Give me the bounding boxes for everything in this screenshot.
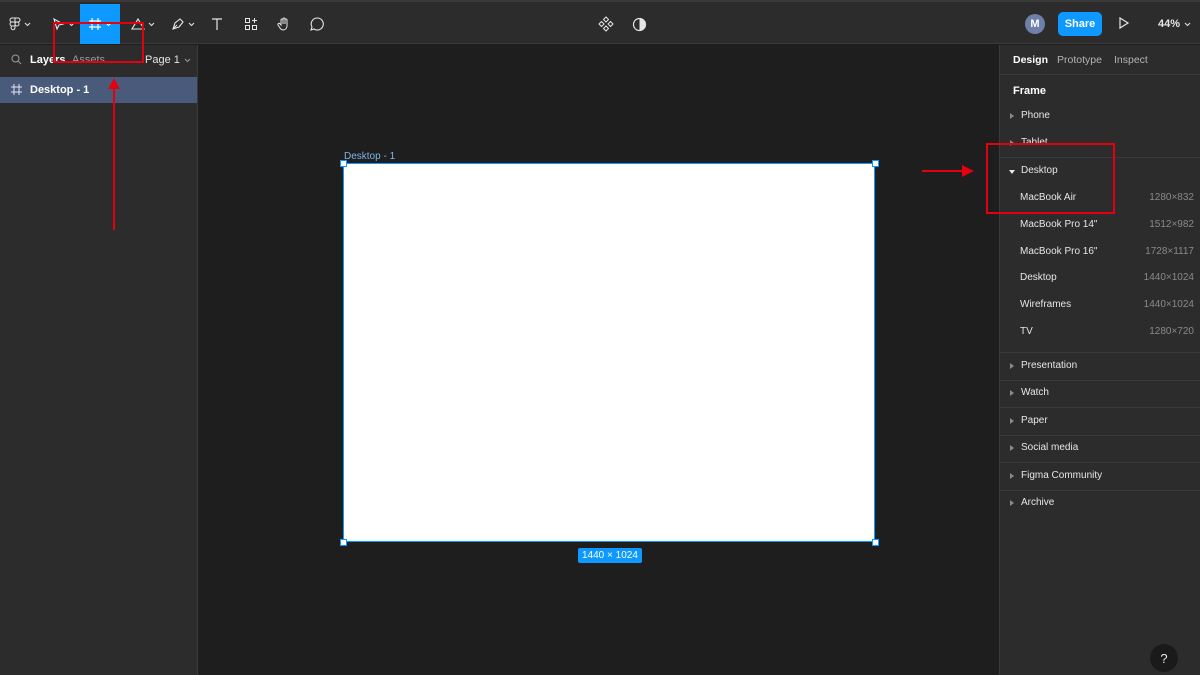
zoom-level: 44% <box>1158 18 1181 30</box>
hand-tool-button[interactable] <box>271 4 297 44</box>
category-label: Watch <box>1021 387 1049 398</box>
preset-size: 1728×1117 <box>1145 246 1194 257</box>
frame-title[interactable]: Desktop - 1 <box>344 151 395 162</box>
page-name: Page 1 <box>145 54 180 66</box>
annotation-arrow-up-icon <box>108 78 120 89</box>
canvas[interactable]: Desktop - 1 1440 × 1024 <box>198 45 999 675</box>
preset-wireframes[interactable]: Wireframes 1440×1024 <box>1000 295 1200 317</box>
tab-prototype[interactable]: Prototype <box>1057 54 1102 66</box>
comment-tool-button[interactable] <box>304 4 330 44</box>
page-selector[interactable]: Page 1 <box>145 54 191 66</box>
preset-size: 1440×1024 <box>1143 272 1194 283</box>
comment-tool-icon <box>310 17 324 31</box>
preset-size: 1280×832 <box>1149 192 1194 203</box>
preset-tv[interactable]: TV 1280×720 <box>1000 322 1200 344</box>
contrast-toggle-button[interactable] <box>627 4 651 44</box>
preset-macbook-pro-16[interactable]: MacBook Pro 16" 1728×1117 <box>1000 242 1200 264</box>
component-icon <box>598 16 614 32</box>
preset-size: 1440×1024 <box>1143 299 1194 310</box>
layer-item-desktop-1[interactable]: Desktop - 1 <box>0 77 197 103</box>
chevron-down-icon <box>24 22 31 26</box>
layer-label: Desktop - 1 <box>30 84 90 96</box>
preset-name: Desktop <box>1020 272 1057 283</box>
category-label: Social media <box>1021 442 1079 453</box>
figma-main-menu-button[interactable] <box>4 4 36 44</box>
zoom-dropdown[interactable]: 44% <box>1158 18 1191 30</box>
category-label: Archive <box>1021 497 1055 508</box>
play-icon <box>1119 16 1130 30</box>
category-label: Paper <box>1021 415 1048 426</box>
category-label: Figma Community <box>1021 470 1103 481</box>
divider <box>1000 462 1200 463</box>
resize-handle-bottom-left[interactable] <box>340 539 347 546</box>
caret-right-icon <box>1010 390 1014 396</box>
category-social-media[interactable]: Social media <box>1000 438 1200 460</box>
preset-macbook-pro-14[interactable]: MacBook Pro 14" 1512×982 <box>1000 215 1200 237</box>
category-label: Phone <box>1021 110 1050 121</box>
desktop-frame[interactable] <box>343 163 875 542</box>
resize-handle-top-left[interactable] <box>340 160 347 167</box>
tab-inspect[interactable]: Inspect <box>1114 54 1148 66</box>
present-button[interactable] <box>1118 16 1130 33</box>
annotation-arrow-shaft <box>113 88 115 230</box>
resources-button[interactable] <box>238 4 264 44</box>
frame-icon <box>11 84 22 95</box>
annotation-arrow-shaft <box>922 170 966 172</box>
resize-handle-top-right[interactable] <box>872 160 879 167</box>
category-presentation[interactable]: Presentation <box>1000 356 1200 378</box>
divider <box>1000 74 1200 75</box>
divider <box>1000 407 1200 408</box>
user-avatar[interactable]: M <box>1025 14 1045 34</box>
divider <box>1000 352 1200 353</box>
properties-panel: Design Prototype Inspect Frame Phone Tab… <box>999 45 1200 675</box>
divider <box>1000 490 1200 491</box>
figma-menu-icon <box>9 17 21 31</box>
pen-tool-button[interactable] <box>166 4 200 44</box>
annotation-highlight-desktop-presets <box>986 143 1115 214</box>
category-figma-community[interactable]: Figma Community <box>1000 466 1200 488</box>
preset-name: Wireframes <box>1020 299 1072 310</box>
hand-tool-icon <box>277 17 288 31</box>
category-watch[interactable]: Watch <box>1000 383 1200 405</box>
resize-handle-bottom-right[interactable] <box>872 539 879 546</box>
category-archive[interactable]: Archive <box>1000 493 1200 515</box>
caret-right-icon <box>1010 500 1014 506</box>
text-tool-button[interactable] <box>204 4 230 44</box>
layers-panel: Layers Assets Page 1 Desktop - 1 <box>0 45 198 675</box>
frame-section-title: Frame <box>1013 85 1047 97</box>
caret-right-icon <box>1010 473 1014 479</box>
search-icon[interactable] <box>11 54 22 65</box>
caret-right-icon <box>1010 445 1014 451</box>
annotation-arrow-right-icon <box>962 165 974 177</box>
help-button[interactable]: ? <box>1150 644 1178 672</box>
preset-name: MacBook Pro 16" <box>1020 246 1098 257</box>
top-toolbar: M Share 44% <box>0 0 1200 44</box>
chevron-down-icon <box>148 22 155 26</box>
category-paper[interactable]: Paper <box>1000 411 1200 433</box>
preset-name: MacBook Pro 14" <box>1020 219 1098 230</box>
preset-size: 1280×720 <box>1149 326 1194 337</box>
contrast-icon <box>632 17 646 31</box>
share-button[interactable]: Share <box>1058 12 1102 36</box>
tab-design[interactable]: Design <box>1013 54 1048 66</box>
resources-icon <box>245 18 257 30</box>
component-button[interactable] <box>594 4 618 44</box>
category-label: Presentation <box>1021 360 1078 371</box>
caret-right-icon <box>1010 113 1014 119</box>
chevron-down-icon <box>188 22 195 26</box>
chevron-down-icon <box>1184 22 1191 26</box>
preset-size: 1512×982 <box>1149 219 1194 230</box>
category-phone[interactable]: Phone <box>1000 106 1200 128</box>
preset-desktop[interactable]: Desktop 1440×1024 <box>1000 268 1200 290</box>
annotation-highlight-frame-tool <box>53 22 144 63</box>
divider <box>1000 380 1200 381</box>
text-tool-icon <box>212 18 222 30</box>
chevron-down-icon <box>184 58 191 62</box>
caret-right-icon <box>1010 363 1014 369</box>
frame-dimensions-badge: 1440 × 1024 <box>578 548 642 563</box>
pen-tool-icon <box>172 18 184 30</box>
preset-name: TV <box>1020 326 1033 337</box>
caret-right-icon <box>1010 418 1014 424</box>
divider <box>1000 435 1200 436</box>
